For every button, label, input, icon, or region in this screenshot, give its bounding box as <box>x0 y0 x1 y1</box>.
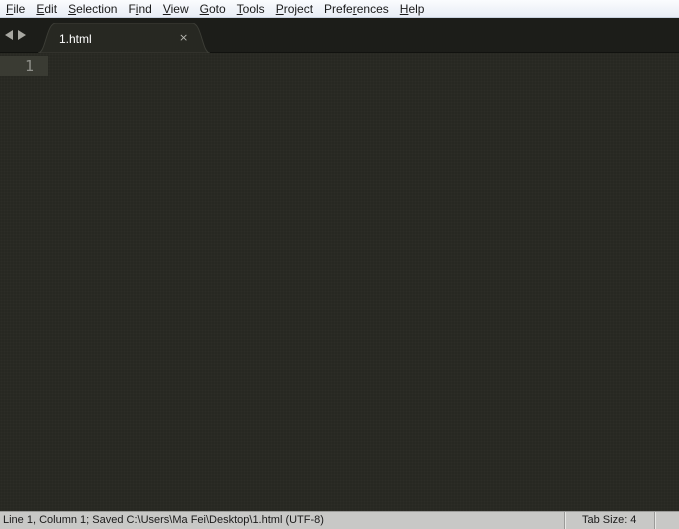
tab-size-indicator[interactable]: Tab Size: 4 <box>582 514 636 526</box>
menu-file[interactable]: File <box>0 0 30 18</box>
sublime-text-window: File Edit Selection Find View Goto Tools… <box>0 0 679 529</box>
status-bar: Line 1, Column 1; Saved C:\Users\Ma Fei\… <box>0 511 679 529</box>
menu-goto[interactable]: Goto <box>194 0 231 18</box>
triangle-right-icon[interactable] <box>18 30 26 40</box>
status-message: Line 1, Column 1; Saved C:\Users\Ma Fei\… <box>3 514 324 526</box>
menu-view[interactable]: View <box>157 0 194 18</box>
syntax-indicator[interactable] <box>656 512 679 529</box>
line-number: 1 <box>24 57 34 75</box>
editor-pane[interactable]: 1 <box>0 53 679 511</box>
line-number-gutter: 1 <box>0 53 48 511</box>
text-area[interactable] <box>48 53 679 511</box>
menu-bar: File Edit Selection Find View Goto Tools… <box>0 0 679 18</box>
menu-selection[interactable]: Selection <box>62 0 122 18</box>
tab-bar: 1.html × <box>0 18 679 53</box>
tab-1-html[interactable]: 1.html × <box>38 23 210 53</box>
menu-find[interactable]: Find <box>122 0 156 18</box>
menu-edit[interactable]: Edit <box>30 0 62 18</box>
menu-preferences[interactable]: Preferences <box>318 0 394 18</box>
tab-navigation <box>5 30 26 40</box>
menu-help[interactable]: Help <box>394 0 430 18</box>
close-icon[interactable]: × <box>179 31 188 45</box>
menu-project[interactable]: Project <box>270 0 318 18</box>
triangle-left-icon[interactable] <box>5 30 13 40</box>
menu-tools[interactable]: Tools <box>231 0 270 18</box>
status-divider <box>564 512 566 529</box>
tab-label: 1.html <box>59 32 92 46</box>
